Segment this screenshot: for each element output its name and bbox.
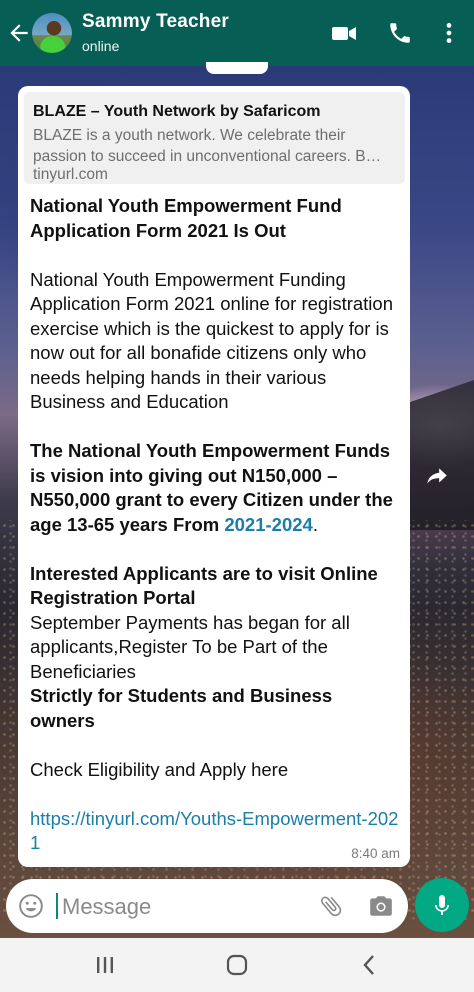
forward-icon[interactable] [424,463,450,489]
home-icon[interactable] [224,952,250,978]
message-time: 8:40 am [351,846,400,861]
eligibility-note: Strictly for Students and Business owner… [30,685,333,731]
back-arrow-icon[interactable] [6,20,32,46]
text-cursor [56,893,58,919]
link-preview[interactable]: BLAZE – Youth Network by Safaricom BLAZE… [24,92,405,184]
voice-call-icon[interactable] [387,20,413,46]
message-paragraph: National Youth Empowerment Funding Appli… [30,268,393,413]
link-preview-title: BLAZE – Youth Network by Safaricom [33,103,321,120]
contact-name[interactable]: Sammy Teacher [82,11,229,33]
grant-text: The National Youth Empowerment Funds is … [30,440,393,535]
payment-text: September Payments has began for all app… [30,611,350,682]
contact-status: online [82,38,120,54]
message-heading: National Youth Empowerment Fund Applicat… [30,195,342,241]
message-composer [6,879,408,933]
microphone-icon [435,895,449,915]
message-link[interactable]: https://tinyurl.com/Youths-Empowerment-2… [30,807,402,856]
portal-heading: Interested Applicants are to visit Onlin… [30,562,378,609]
avatar[interactable] [32,13,72,53]
system-navigation-bar [0,938,474,992]
link-preview-description: BLAZE is a youth network. We celebrate t… [33,127,382,165]
camera-icon[interactable] [367,893,395,919]
voice-message-button[interactable] [415,878,469,932]
attach-icon[interactable] [318,893,344,919]
year-range-link[interactable]: 2021-2024 [224,514,312,535]
video-call-icon[interactable] [331,20,357,46]
message-text: National Youth Empowerment Fund Applicat… [30,194,402,856]
apply-text: Check Eligibility and Apply here [30,758,289,780]
recent-apps-icon[interactable] [92,952,118,978]
message-bubble[interactable]: BLAZE – Youth Network by Safaricom BLAZE… [18,86,410,867]
message-paragraph-grant: The National Youth Empowerment Funds is … [30,439,402,537]
message-input[interactable] [60,889,304,925]
more-options-icon[interactable] [436,20,462,46]
previous-message-stub [206,62,268,74]
grant-text-end: . [312,513,318,535]
back-icon[interactable] [357,952,383,978]
emoji-icon[interactable] [18,893,44,919]
chat-header: Sammy Teacher online [0,0,474,66]
link-preview-domain: tinyurl.com [33,166,108,183]
